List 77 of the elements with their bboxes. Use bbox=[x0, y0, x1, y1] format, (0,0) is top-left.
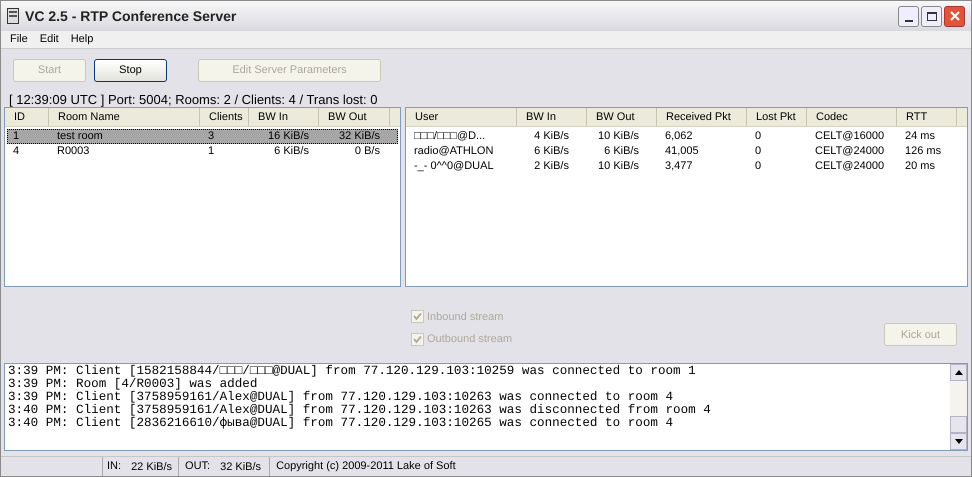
scroll-thumb[interactable] bbox=[950, 416, 967, 433]
table-cell-text: 2 KiB/s bbox=[533, 159, 570, 174]
status-line: [ 12:39:09 UTC ] Port: 5004; Rooms: 2 / Clients: 4 / Trans lost: 0 bbox=[8, 91, 379, 107]
table-cell-text: CELT@24000 bbox=[814, 159, 886, 174]
table-cell-text: R0003 bbox=[56, 144, 90, 159]
down-arrow-icon bbox=[954, 439, 962, 444]
log-line: 3:40 PM: Client [2836216610/фыва@DUAL] from 77.120.129.103:10265 was connected to room 4 bbox=[8, 417, 674, 430]
table-cell-text: 16 KiB/s bbox=[267, 129, 310, 144]
table-cell-text: 4 bbox=[12, 144, 20, 159]
table-cell-text: radio@ATHLON bbox=[413, 144, 494, 159]
copyright-text: Copyright (c) 2009-2011 Lake of Soft bbox=[275, 459, 456, 474]
table-cell-text: CELT@24000 bbox=[814, 144, 886, 159]
close-button[interactable] bbox=[944, 6, 965, 26]
table-cell-text: □□□/□□□@D... bbox=[413, 129, 486, 144]
out-label: OUT: bbox=[184, 459, 210, 474]
menu-item[interactable]: Help bbox=[70, 31, 94, 48]
table-cell-text: 24 ms bbox=[904, 129, 936, 144]
close-icon bbox=[950, 11, 960, 21]
column-header[interactable]: BW In bbox=[517, 108, 587, 126]
column-header[interactable]: User bbox=[406, 108, 517, 126]
log-line: 3:39 PM: Client [3758959161/Alex@DUAL] from 77.120.129.103:10263 was connected to room 4 bbox=[8, 391, 674, 404]
in-label: IN: bbox=[106, 459, 122, 474]
table-row[interactable]: 4 R0003 1 6 KiB/s 0 B/s bbox=[7, 144, 398, 159]
table-cell-text: 0 bbox=[754, 144, 762, 159]
table-cell-text: 4 KiB/s bbox=[533, 129, 570, 144]
log-line: 3:39 PM: Client [1582158844/□□□/□□□@DUAL] from 77.120.129.103:10259 was connected to room 1 bbox=[8, 365, 697, 378]
table-cell-text: 10 KiB/s bbox=[597, 159, 640, 174]
scroll-down-button[interactable] bbox=[950, 433, 967, 450]
table-cell-text: 126 ms bbox=[904, 144, 942, 159]
table-cell-text: 0 B/s bbox=[354, 144, 381, 159]
server-icon bbox=[7, 8, 19, 24]
in-value: 22 KiB/s bbox=[121, 457, 180, 476]
column-header[interactable]: RTT bbox=[897, 108, 957, 126]
table-row[interactable]: radio@ATHLON 6 KiB/s 6 KiB/s 41,005 0 CELT@24000 126 ms bbox=[408, 144, 965, 159]
table-cell-text: 0 bbox=[754, 129, 762, 144]
scroll-up-button[interactable] bbox=[950, 364, 967, 381]
column-header[interactable]: Codec bbox=[807, 108, 897, 126]
menu-item[interactable]: File bbox=[10, 31, 28, 48]
table-row[interactable]: 1 test room 3 16 KiB/s 32 KiB/s bbox=[7, 129, 398, 144]
column-header[interactable]: BW Out bbox=[319, 108, 390, 126]
out-value: 32 KiB/s bbox=[210, 457, 270, 476]
log-line: 3:39 PM: Room [4/R0003] was added bbox=[8, 378, 258, 391]
table-cell-text: 6 KiB/s bbox=[533, 144, 570, 159]
table-cell-text: 3,477 bbox=[664, 159, 694, 174]
window-title: VC 2.5 - RTP Conference Server bbox=[25, 6, 236, 26]
table-cell-text: 6,062 bbox=[664, 129, 694, 144]
table-cell-text: 1 bbox=[12, 129, 20, 144]
check-icon bbox=[413, 312, 422, 322]
menu-item[interactable]: Edit bbox=[40, 31, 59, 48]
log-line: 3:40 PM: Client [3758959161/Alex@DUAL] from 77.120.129.103:10263 was disconnected from room 4 bbox=[8, 404, 712, 417]
table-row[interactable]: □□□/□□□@D... 4 KiB/s 10 KiB/s 6,062 0 CELT@16000 24 ms bbox=[408, 129, 965, 144]
table-row[interactable]: -_- 0^^0@DUAL 2 KiB/s 10 KiB/s 3,477 0 CELT@24000 20 ms bbox=[408, 159, 965, 174]
column-header[interactable]: Clients bbox=[200, 108, 249, 126]
table-cell-text: 10 KiB/s bbox=[597, 129, 640, 144]
stop-button[interactable]: Stop bbox=[94, 59, 167, 82]
table-cell-text: CELT@16000 bbox=[814, 129, 886, 144]
table-cell-text: 32 KiB/s bbox=[338, 129, 381, 144]
table-cell-text: 1 bbox=[207, 144, 216, 159]
up-arrow-icon bbox=[954, 370, 962, 375]
column-header[interactable]: ID bbox=[5, 108, 49, 126]
column-header[interactable]: BW In bbox=[249, 108, 319, 126]
minimize-button[interactable] bbox=[898, 6, 919, 26]
table-cell-text: -_- 0^^0@DUAL bbox=[413, 159, 495, 174]
column-header[interactable]: Room Name bbox=[49, 108, 200, 126]
scrollbar[interactable] bbox=[950, 364, 967, 450]
table-cell-text: test room bbox=[56, 129, 104, 144]
column-header[interactable]: BW Out bbox=[587, 108, 657, 126]
column-header[interactable]: Lost Pkt bbox=[747, 108, 807, 126]
table-cell-text: 6 KiB/s bbox=[273, 144, 310, 159]
table-cell-text: 20 ms bbox=[904, 159, 936, 174]
table-cell-text: 41,005 bbox=[664, 144, 700, 159]
table-cell-text: 3 bbox=[207, 129, 216, 144]
column-header[interactable]: Received Pkt bbox=[657, 108, 747, 126]
table-cell-text: 6 KiB/s bbox=[603, 144, 640, 159]
check-icon bbox=[413, 334, 422, 344]
maximize-button[interactable] bbox=[921, 6, 942, 26]
table-cell-text: 0 bbox=[754, 159, 762, 174]
